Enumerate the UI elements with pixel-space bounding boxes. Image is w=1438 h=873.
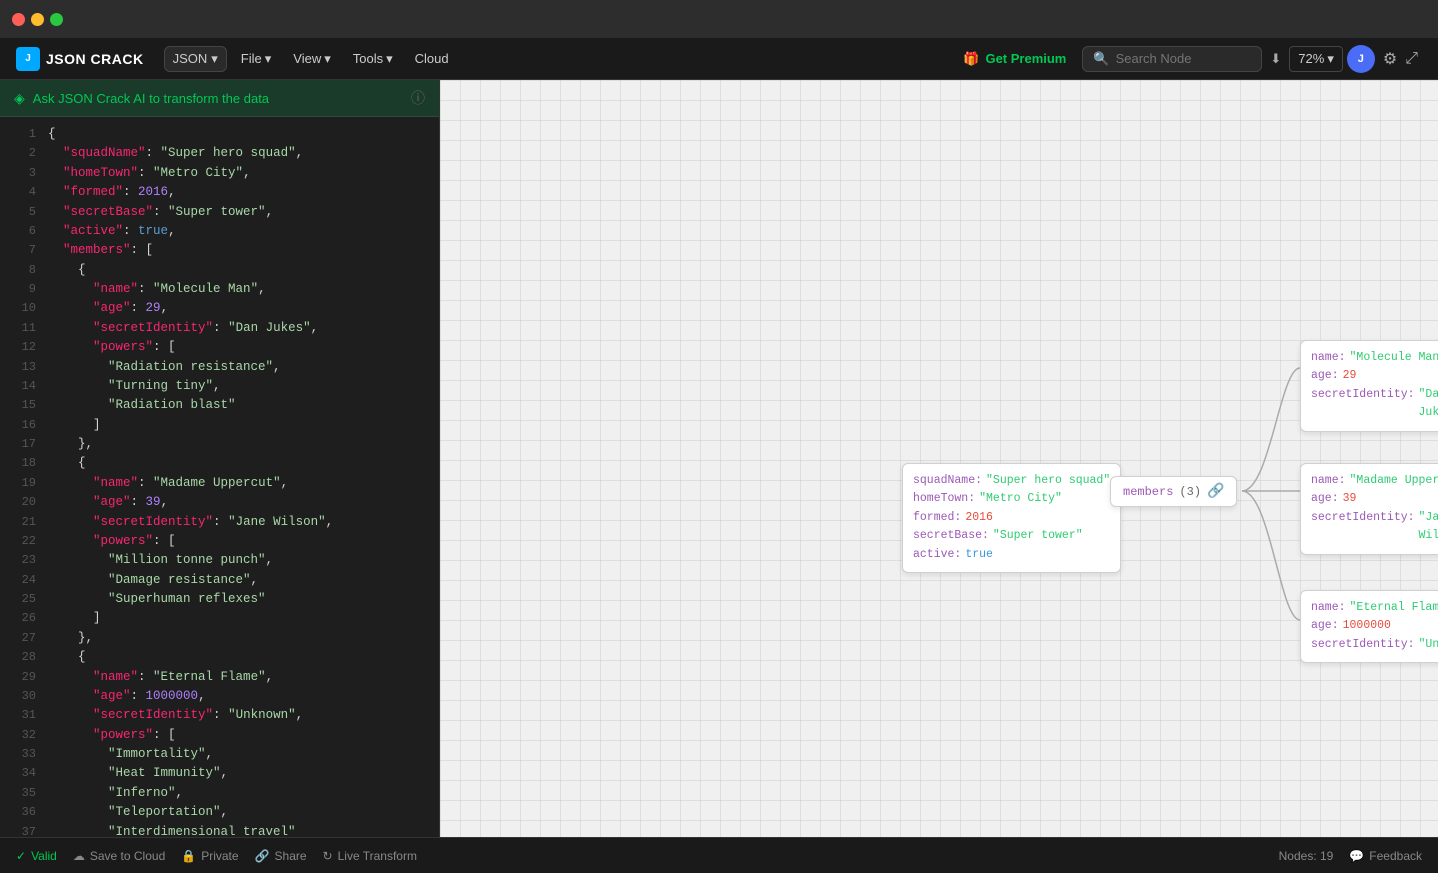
zoom-selector[interactable]: 72% ▾ [1289, 46, 1343, 72]
code-line: 25 "Superhuman reflexes" [0, 590, 439, 609]
ai-bar[interactable]: ◈ Ask JSON Crack AI to transform the dat… [0, 80, 439, 117]
nodes-count: Nodes: 19 [1279, 849, 1334, 863]
lock-icon: 🔒 [181, 849, 196, 863]
get-premium-button[interactable]: 🎁 Get Premium [963, 51, 1066, 67]
code-editor[interactable]: 1 { 2 "squadName": "Super hero squad", 3… [0, 117, 439, 837]
code-line: 15 "Radiation blast" [0, 396, 439, 415]
code-line: 28 { [0, 648, 439, 667]
live-transform-button[interactable]: ↻ Live Transform [323, 849, 417, 863]
file-menu[interactable]: File ▾ [231, 47, 281, 71]
code-line: 2 "squadName": "Super hero squad", [0, 144, 439, 163]
code-line: 36 "Teleportation", [0, 803, 439, 822]
share-button[interactable]: 🔗 Share [255, 849, 307, 863]
feedback-button[interactable]: 💬 Feedback [1349, 849, 1422, 863]
code-line: 17 }, [0, 435, 439, 454]
view-menu[interactable]: View ▾ [283, 47, 340, 71]
download-button[interactable]: ⬇ [1262, 47, 1289, 71]
code-line: 4 "formed": 2016, [0, 183, 439, 202]
graph-panel[interactable]: squadName: "Super hero squad" homeTown: … [440, 80, 1438, 837]
ai-help-icon[interactable]: ⓘ [411, 88, 425, 108]
code-line: 1 { [0, 125, 439, 144]
settings-button[interactable]: ⚙ [1379, 45, 1401, 73]
tools-menu[interactable]: Tools ▾ [343, 47, 403, 71]
code-line: 37 "Interdimensional travel" [0, 823, 439, 838]
code-line: 22 "powers": [ [0, 532, 439, 551]
app-logo: J JSON CRACK [16, 47, 144, 71]
share-icon: 🔗 [255, 849, 270, 863]
statusbar: ✓ Valid ☁ Save to Cloud 🔒 Private 🔗 Shar… [0, 837, 1438, 873]
code-line: 6 "active": true, [0, 222, 439, 241]
code-line: 7 "members": [ [0, 241, 439, 260]
ai-icon: ◈ [14, 90, 25, 107]
ai-bar-text: Ask JSON Crack AI to transform the data [33, 91, 269, 106]
refresh-icon: ↻ [323, 849, 333, 863]
code-line: 11 "secretIdentity": "Dan Jukes", [0, 319, 439, 338]
code-line: 10 "age": 29, [0, 299, 439, 318]
minimize-button[interactable] [31, 13, 44, 26]
search-box[interactable]: 🔍 [1082, 46, 1262, 72]
valid-status[interactable]: ✓ Valid [16, 849, 57, 863]
format-selector[interactable]: JSON ▾ [164, 46, 227, 72]
code-line: 8 { [0, 261, 439, 280]
cloud-icon: ☁ [73, 849, 85, 863]
menu-group: File ▾ View ▾ Tools ▾ Cloud [231, 47, 459, 71]
code-line: 13 "Radiation resistance", [0, 358, 439, 377]
code-line: 19 "name": "Madame Uppercut", [0, 474, 439, 493]
code-line: 16 ] [0, 416, 439, 435]
editor-panel: ◈ Ask JSON Crack AI to transform the dat… [0, 80, 440, 837]
private-button[interactable]: 🔒 Private [181, 849, 238, 863]
code-line: 20 "age": 39, [0, 493, 439, 512]
main-content: ◈ Ask JSON Crack AI to transform the dat… [0, 80, 1438, 837]
cloud-menu[interactable]: Cloud [405, 47, 459, 70]
logo-icon: J [16, 47, 40, 71]
search-icon: 🔍 [1093, 51, 1109, 67]
menubar: J JSON CRACK JSON ▾ File ▾ View ▾ Tools … [0, 38, 1438, 80]
expand-button[interactable]: ⤢ [1401, 46, 1422, 72]
search-input[interactable] [1116, 51, 1256, 66]
code-line: 21 "secretIdentity": "Jane Wilson", [0, 513, 439, 532]
code-line: 35 "Inferno", [0, 784, 439, 803]
code-line: 27 }, [0, 629, 439, 648]
code-line: 14 "Turning tiny", [0, 377, 439, 396]
code-line: 24 "Damage resistance", [0, 571, 439, 590]
maximize-button[interactable] [50, 13, 63, 26]
member2-node[interactable]: name: "Madame Uppercut" age: 39 secretId… [1300, 463, 1438, 555]
traffic-lights [12, 13, 63, 26]
code-line: 31 "secretIdentity": "Unknown", [0, 706, 439, 725]
logo-text: JSON CRACK [46, 51, 144, 67]
code-line: 30 "age": 1000000, [0, 687, 439, 706]
code-line: 23 "Million tonne punch", [0, 551, 439, 570]
code-line: 12 "powers": [ [0, 338, 439, 357]
code-line: 18 { [0, 454, 439, 473]
close-button[interactable] [12, 13, 25, 26]
code-line: 32 "powers": [ [0, 726, 439, 745]
code-line: 34 "Heat Immunity", [0, 764, 439, 783]
graph-edges [440, 80, 1438, 837]
root-node[interactable]: squadName: "Super hero squad" homeTown: … [902, 463, 1121, 573]
feedback-icon: 💬 [1349, 849, 1364, 863]
code-line: 5 "secretBase": "Super tower", [0, 203, 439, 222]
valid-icon: ✓ [16, 849, 26, 863]
members-node[interactable]: members (3) 🔗 [1110, 476, 1237, 507]
code-line: 3 "homeTown": "Metro City", [0, 164, 439, 183]
save-to-cloud-button[interactable]: ☁ Save to Cloud [73, 849, 165, 863]
code-line: 26 ] [0, 609, 439, 628]
code-line: 9 "name": "Molecule Man", [0, 280, 439, 299]
code-line: 33 "Immortality", [0, 745, 439, 764]
member3-node[interactable]: name: "Eternal Flame" age: 1000000 secre… [1300, 590, 1438, 663]
code-line: 29 "name": "Eternal Flame", [0, 668, 439, 687]
user-avatar[interactable]: J [1347, 45, 1375, 73]
member1-node[interactable]: name: "Molecule Man" age: 29 secretIdent… [1300, 340, 1438, 432]
titlebar [0, 0, 1438, 38]
